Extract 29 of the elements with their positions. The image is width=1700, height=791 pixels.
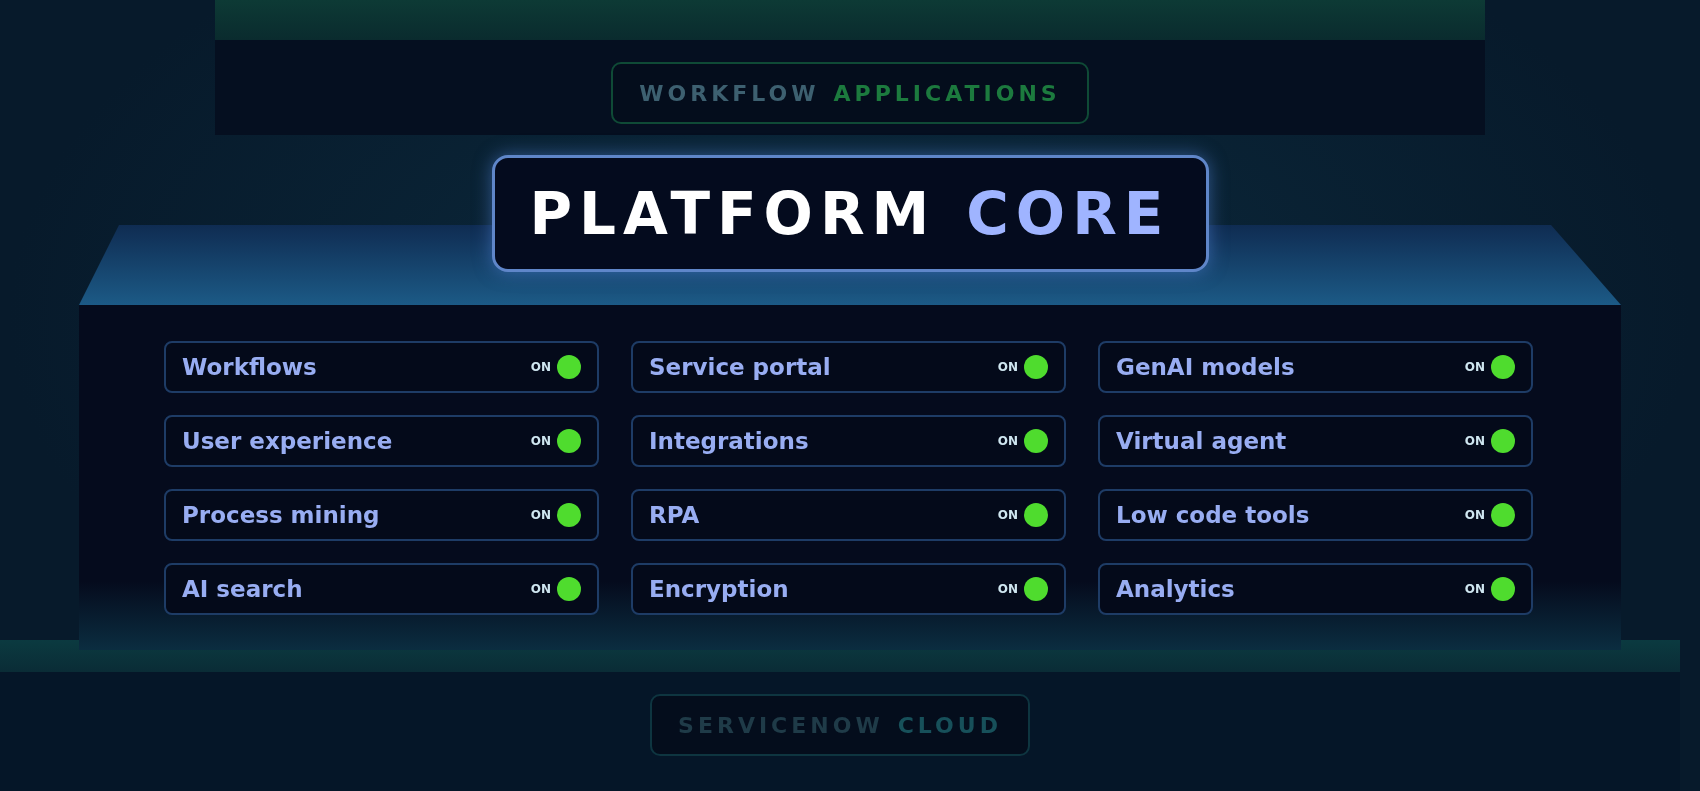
status-text: ON xyxy=(1464,508,1485,522)
feature-label: Analytics xyxy=(1116,576,1235,602)
feature-label: Process mining xyxy=(182,502,380,528)
title-word: CORE xyxy=(966,179,1171,248)
status-text: ON xyxy=(1464,582,1485,596)
status-text: ON xyxy=(997,434,1018,448)
status-text: ON xyxy=(997,582,1018,596)
tier-label-word: CLOUD xyxy=(897,712,1002,738)
status-text: ON xyxy=(530,582,551,596)
feature-label: Low code tools xyxy=(1116,502,1310,528)
feature-label: Workflows xyxy=(182,354,317,380)
status-text: ON xyxy=(530,508,551,522)
status-text: ON xyxy=(1464,434,1485,448)
status-text: ON xyxy=(530,360,551,374)
tier-label-word: APPLICATIONS xyxy=(833,80,1061,106)
feature-label: GenAI models xyxy=(1116,354,1295,380)
status-text: ON xyxy=(530,434,551,448)
feature-label: Encryption xyxy=(649,576,789,602)
feature-label: User experience xyxy=(182,428,393,454)
feature-label: Virtual agent xyxy=(1116,428,1287,454)
feature-label: Service portal xyxy=(649,354,831,380)
tier-label-word: WORKFLOW xyxy=(639,80,820,106)
status-text: ON xyxy=(997,508,1018,522)
status-text: ON xyxy=(997,360,1018,374)
feature-label: AI search xyxy=(182,576,303,602)
status-text: ON xyxy=(1464,360,1485,374)
feature-label: Integrations xyxy=(649,428,809,454)
title-word: PLATFORM xyxy=(529,179,937,248)
feature-label: RPA xyxy=(649,502,700,528)
